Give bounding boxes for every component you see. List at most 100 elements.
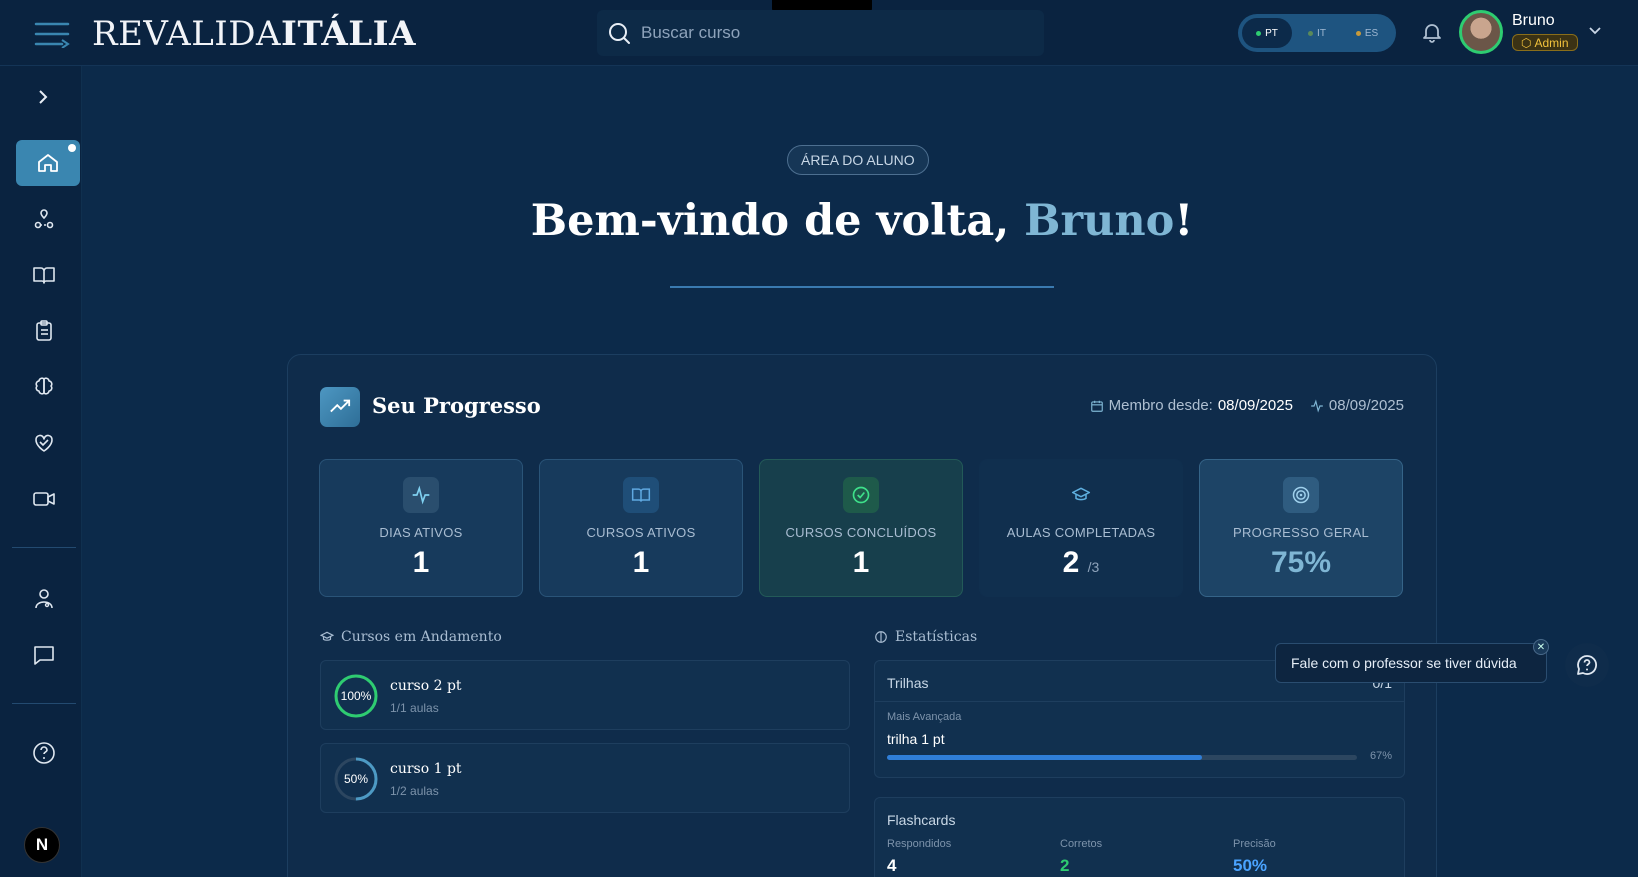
ask-teacher-button[interactable] <box>1565 643 1609 687</box>
user-avatar[interactable] <box>1459 10 1503 54</box>
user-doctor-icon <box>35 589 53 609</box>
trending-up-icon <box>320 387 360 427</box>
welcome-heading: Bem-vindo de volta, Bruno! <box>0 196 1638 246</box>
sidebar-divider <box>12 547 76 548</box>
search-input[interactable] <box>641 23 1021 43</box>
sidebar-item-community[interactable] <box>12 420 76 466</box>
app-logo[interactable]: REVALIDAITÁLIA <box>92 14 416 54</box>
top-bar: REVALIDAITÁLIA PT IT ES Bruno ⬡Admin <box>0 0 1638 66</box>
stat-label: AULAS COMPLETADAS <box>1006 525 1156 540</box>
sidebar-item-exams[interactable] <box>12 308 76 354</box>
track-progress-label: 67% <box>1369 750 1392 762</box>
italy-flag-icon <box>1308 30 1314 36</box>
stat-value-main: 2 <box>1062 546 1080 579</box>
stat-value: 1 <box>852 546 870 579</box>
member-since-label: Membro desde: <box>1108 397 1213 414</box>
statistics-section-title: Estatísticas <box>874 629 977 645</box>
calendar-icon <box>1090 400 1103 412</box>
welcome-text: Bem-vindo de volta, <box>530 196 1025 246</box>
stat-active-courses: CURSOS ATIVOS 1 <box>539 459 743 597</box>
sidebar-item-messages[interactable] <box>12 632 76 678</box>
courses-section-label: Cursos em Andamento <box>341 629 502 645</box>
heart-handshake-icon <box>35 434 53 452</box>
lang-it-button[interactable]: IT <box>1292 18 1342 48</box>
welcome-user-name: Bruno <box>1024 196 1175 246</box>
progress-card: Seu Progresso Membro desde: 08/09/2025 0… <box>287 354 1437 877</box>
course-lessons: 1/2 aulas <box>390 784 439 798</box>
stat-value: 1 <box>412 546 430 579</box>
correct-label: Corretos <box>1060 838 1103 850</box>
stat-active-days: DIAS ATIVOS 1 <box>319 459 523 597</box>
course-name: curso 2 pt <box>390 678 462 694</box>
home-icon <box>38 154 58 172</box>
sidebar-item-help[interactable] <box>12 730 76 776</box>
search-icon <box>609 23 630 44</box>
course-item[interactable]: 50% curso 1 pt 1/2 aulas <box>320 743 850 813</box>
ask-teacher-tooltip: Fale com o professor se tiver dúvida <box>1275 643 1547 683</box>
sidebar-item-courses[interactable] <box>12 252 76 298</box>
logo-text-light: REVALIDA <box>92 14 282 54</box>
search-bar[interactable] <box>597 10 1044 56</box>
courses-section-title: Cursos em Andamento <box>320 629 502 645</box>
course-item[interactable]: 100% curso 2 pt 1/1 aulas <box>320 660 850 730</box>
stat-label: CURSOS CONCLUÍDOS <box>785 525 937 540</box>
sidebar-item-home[interactable] <box>16 140 80 186</box>
brain-icon <box>35 377 53 395</box>
book-icon <box>623 477 659 513</box>
stat-overall-progress: PROGRESSO GERAL 75% <box>1199 459 1403 597</box>
divider <box>875 701 1404 702</box>
stat-completed-lessons: AULAS COMPLETADAS 2 /3 <box>979 459 1183 597</box>
spain-flag-icon <box>1355 30 1361 36</box>
lang-es-button[interactable]: ES <box>1342 18 1392 48</box>
flashcards-label: Flashcards <box>887 812 956 828</box>
tooltip-close-button[interactable]: ✕ <box>1533 639 1549 655</box>
lang-pt-button[interactable]: PT <box>1242 18 1292 48</box>
last-activity-date: 08/09/2025 <box>1328 397 1404 414</box>
member-since-date: 08/09/2025 <box>1217 397 1293 414</box>
brazil-flag-icon <box>1256 30 1262 36</box>
most-advanced-label: Mais Avançada <box>887 711 962 723</box>
track-progress-fill <box>887 755 1202 760</box>
course-name: curso 1 pt <box>390 761 462 777</box>
bell-icon[interactable] <box>1420 20 1444 44</box>
welcome-exclaim: ! <box>1174 196 1194 246</box>
progress-title: Seu Progresso <box>372 393 541 418</box>
activity-icon <box>403 477 439 513</box>
hero-divider <box>670 286 1054 288</box>
stat-label: CURSOS ATIVOS <box>586 525 696 540</box>
lang-pt-label: PT <box>1265 27 1278 39</box>
chevron-right-icon[interactable] <box>34 88 52 106</box>
sidebar-item-flashcards[interactable] <box>12 364 76 410</box>
track-progress-bar <box>887 755 1357 760</box>
menu-icon[interactable] <box>34 20 70 48</box>
shield-icon: ⬡ <box>1521 35 1532 50</box>
tracks-label: Trilhas <box>887 675 929 691</box>
logo-text-bold: ITÁLIA <box>281 14 416 54</box>
lang-es-label: ES <box>1364 27 1379 39</box>
answered-label: Respondidos <box>887 838 952 850</box>
brain-icon <box>875 631 887 643</box>
progress-ring-label: 100% <box>340 689 372 703</box>
precision-label: Precisão <box>1233 838 1276 850</box>
statistics-section-label: Estatísticas <box>895 629 978 645</box>
stat-value: 75% <box>1270 546 1332 579</box>
chevron-down-icon[interactable] <box>1588 24 1602 38</box>
sidebar: N <box>0 66 82 877</box>
check-circle-icon <box>843 477 879 513</box>
nextjs-logo[interactable]: N <box>24 827 60 863</box>
sidebar-item-live[interactable] <box>12 476 76 522</box>
stat-value: 1 <box>632 546 650 579</box>
clipboard-list-icon <box>36 320 52 341</box>
progress-ring-label: 50% <box>343 772 369 786</box>
member-info: Membro desde: 08/09/2025 08/09/2025 <box>1090 397 1404 414</box>
user-name: Bruno <box>1512 12 1555 29</box>
course-lessons: 1/1 aulas <box>390 701 439 715</box>
most-advanced-name: trilha 1 pt <box>887 731 945 747</box>
stat-completed-courses: CURSOS CONCLUÍDOS 1 <box>759 459 963 597</box>
stat-label: DIAS ATIVOS <box>379 525 463 540</box>
activity-icon <box>1311 398 1323 413</box>
answered-value: 4 <box>887 856 897 875</box>
stat-value-total: /3 <box>1087 559 1100 575</box>
sidebar-item-tutor[interactable] <box>12 576 76 622</box>
message-question-icon <box>1577 655 1598 675</box>
